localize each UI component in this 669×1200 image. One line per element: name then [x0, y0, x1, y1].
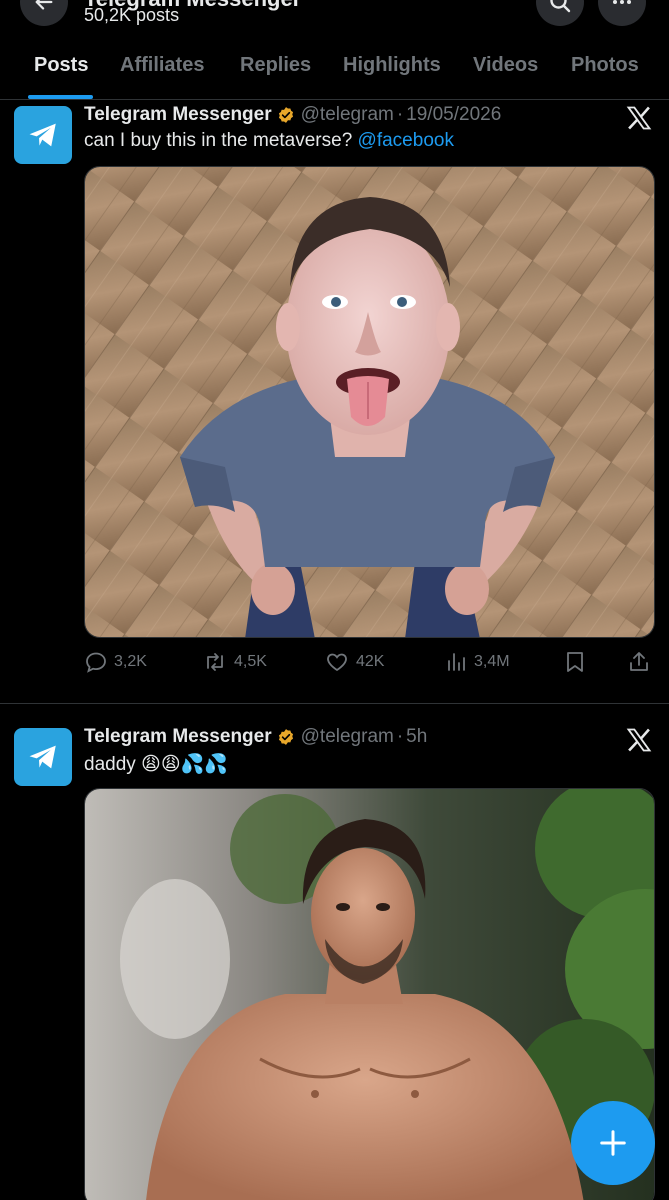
search-icon	[550, 0, 571, 13]
tab-photos[interactable]: Photos	[571, 54, 639, 77]
avatar[interactable]	[14, 728, 72, 786]
author-handle[interactable]: @telegram	[301, 104, 394, 126]
repost-button[interactable]: 4,5K	[202, 650, 267, 674]
tab-affiliates[interactable]: Affiliates	[120, 54, 204, 77]
views-count: 3,4M	[474, 653, 510, 670]
like-button[interactable]: 42K	[324, 650, 384, 674]
bookmark-icon	[567, 652, 583, 672]
author-name[interactable]: Telegram Messenger	[84, 104, 272, 126]
reply-button[interactable]: 3,2K	[84, 650, 147, 674]
compose-button[interactable]	[571, 1101, 655, 1185]
repost-icon	[207, 653, 223, 671]
tweet-author-line: Telegram Messenger @telegram · 19/05/202…	[84, 104, 501, 126]
more-dots-icon	[613, 0, 631, 4]
telegram-logo-icon	[29, 745, 56, 769]
tweet-actions: 3,2K 4,5K 42K 3,4M	[84, 650, 655, 680]
back-button[interactable]	[20, 0, 68, 26]
tweet-text: can I buy this in the metaverse? @facebo…	[84, 130, 454, 151]
mention-link[interactable]: @facebook	[358, 130, 454, 151]
post-count: 50,2K posts	[84, 5, 180, 25]
reply-icon	[86, 652, 106, 673]
tweet-timestamp[interactable]: 5h	[406, 726, 427, 748]
like-count: 42K	[356, 653, 385, 670]
tab-replies[interactable]: Replies	[240, 54, 311, 77]
author-name[interactable]: Telegram Messenger	[84, 726, 272, 748]
tweet-image[interactable]	[84, 166, 655, 638]
tweet-divider	[0, 703, 669, 704]
bar-chart-icon	[448, 653, 465, 671]
share-button[interactable]	[627, 650, 657, 674]
avatar[interactable]	[14, 106, 72, 164]
photo-shirtless-man	[85, 789, 654, 1200]
arrow-left-icon	[35, 0, 53, 10]
tweet-image[interactable]	[84, 788, 655, 1200]
plus-icon	[600, 1130, 626, 1156]
profile-tabs: Posts Affiliates Replies Highlights Vide…	[0, 34, 669, 100]
heart-icon	[327, 653, 347, 672]
reply-count: 3,2K	[114, 653, 147, 670]
search-button[interactable]	[536, 0, 584, 26]
tab-videos[interactable]: Videos	[473, 54, 538, 77]
active-tab-indicator	[28, 95, 93, 99]
x-logo-icon	[626, 728, 652, 752]
tab-posts[interactable]: Posts	[34, 54, 88, 77]
photo-man-tongue	[85, 167, 654, 637]
verified-badge-icon	[277, 106, 295, 124]
tab-highlights[interactable]: Highlights	[343, 54, 441, 77]
profile-header: Telegram Messenger 50,2K posts	[0, 0, 669, 34]
tweet-timestamp[interactable]: 19/05/2026	[406, 104, 501, 126]
views-button[interactable]: 3,4M	[444, 650, 510, 674]
telegram-logo-icon	[29, 123, 56, 147]
verified-badge-icon	[277, 728, 295, 746]
tweet-author-line: Telegram Messenger @telegram · 5h	[84, 726, 427, 748]
separator-dot: ·	[396, 726, 404, 747]
more-button[interactable]	[598, 0, 646, 26]
author-handle[interactable]: @telegram	[301, 726, 394, 748]
share-icon	[630, 652, 648, 671]
separator-dot: ·	[396, 104, 404, 125]
repost-count: 4,5K	[234, 653, 267, 670]
tweet-text: daddy 😩😩💦💦	[84, 754, 228, 775]
tweet[interactable]: Telegram Messenger @telegram · 19/05/202…	[0, 100, 669, 705]
x-logo-icon	[626, 106, 652, 130]
tweet[interactable]: Telegram Messenger @telegram · 5h daddy …	[0, 722, 669, 1200]
bookmark-button[interactable]	[564, 650, 592, 674]
